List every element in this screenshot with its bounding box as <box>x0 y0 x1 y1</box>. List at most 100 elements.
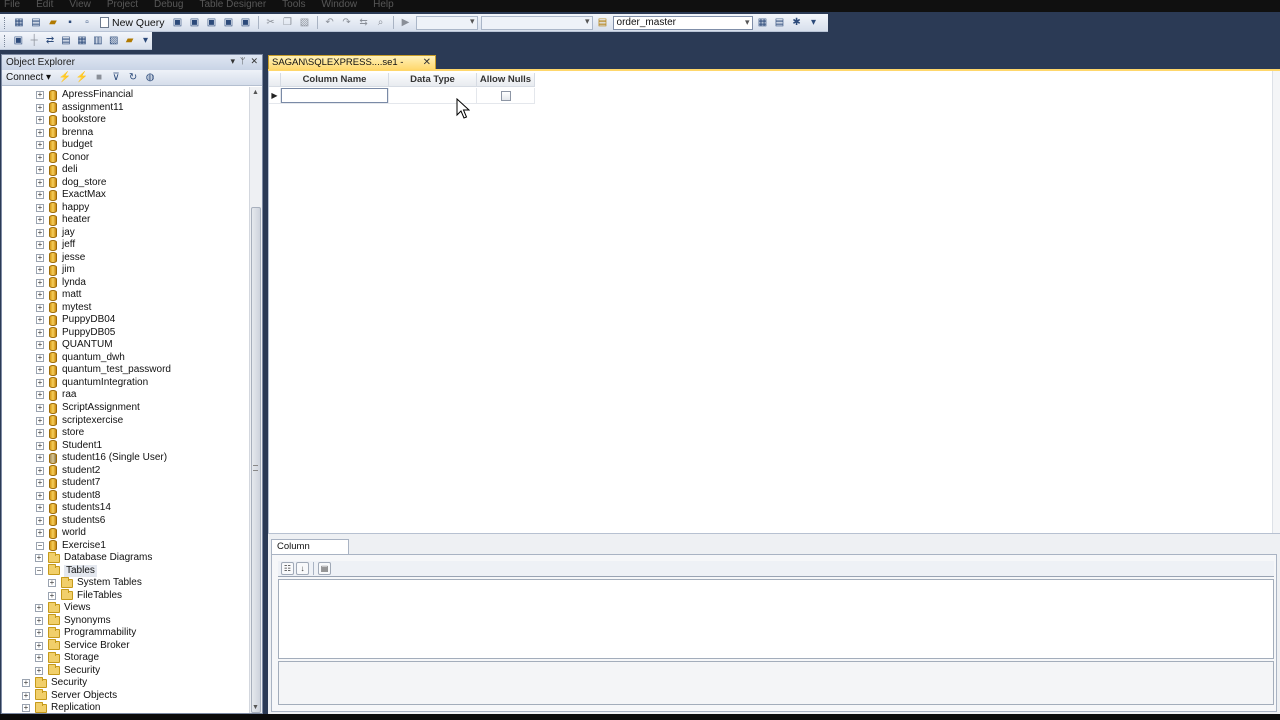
scroll-up-icon[interactable]: ▲ <box>252 89 259 96</box>
tree-node[interactable]: + budget <box>36 139 93 151</box>
expand-icon[interactable]: + <box>35 554 43 563</box>
fulltext-index-icon[interactable]: ▦ <box>75 34 88 48</box>
column-name-input[interactable] <box>281 88 388 103</box>
expand-icon[interactable]: + <box>36 253 44 262</box>
tree-node[interactable]: + Programmability <box>35 626 136 639</box>
tree-node[interactable]: + students6 <box>36 515 105 527</box>
column-name-cell[interactable] <box>281 88 389 104</box>
column-properties-grid[interactable] <box>278 579 1274 659</box>
solution-explorer-icon[interactable]: ▦ <box>756 16 770 30</box>
expand-icon[interactable]: + <box>36 341 44 350</box>
generate-script-icon[interactable]: ▰ <box>123 34 136 48</box>
tree-node[interactable]: + ScriptAssignment <box>36 402 140 414</box>
tree-node[interactable]: + Server Objects <box>22 689 117 702</box>
expand-icon[interactable]: + <box>36 378 44 387</box>
stop-icon[interactable]: ■ <box>92 71 106 85</box>
object-explorer-scrollbar[interactable]: ▲ ▼ <box>249 87 262 713</box>
toolbar-options-icon[interactable]: ▾ <box>807 16 821 30</box>
expand-icon[interactable]: + <box>36 529 44 538</box>
close-tab-icon[interactable]: ✕ <box>423 56 431 69</box>
expand-icon[interactable]: + <box>36 429 44 438</box>
expand-icon[interactable]: + <box>36 353 44 362</box>
tree-node[interactable]: + Storage <box>35 651 99 664</box>
tree-node[interactable]: − Exercise1 <box>36 540 106 552</box>
analysis-query-icon[interactable]: ▣ <box>188 16 202 30</box>
paste-icon[interactable]: ▧ <box>298 16 312 30</box>
dmx-query-icon[interactable]: ▣ <box>222 16 236 30</box>
add-item-icon[interactable]: ▤ <box>29 16 43 30</box>
tree-node[interactable]: + happy <box>36 202 89 214</box>
tree-node[interactable]: + student8 <box>36 490 100 502</box>
tree-node[interactable]: + student2 <box>36 465 100 477</box>
tree-node[interactable]: + jeff <box>36 239 75 251</box>
toolbar-options-icon[interactable]: ▾ <box>139 34 152 48</box>
menu-item[interactable]: File <box>4 0 20 10</box>
expand-icon[interactable]: + <box>36 278 44 287</box>
tree-node[interactable]: − Tables <box>35 564 97 577</box>
expand-icon[interactable]: + <box>36 391 44 400</box>
expand-icon[interactable]: + <box>36 128 44 137</box>
find-combo[interactable] <box>480 15 593 30</box>
scrollbar-thumb[interactable] <box>251 207 261 713</box>
tree-node[interactable]: + Database Diagrams <box>35 551 152 564</box>
tree-node[interactable]: + deli <box>36 164 78 176</box>
expand-icon[interactable]: + <box>36 141 44 150</box>
expand-icon[interactable]: + <box>36 191 44 200</box>
tree-node[interactable]: + System Tables <box>48 576 142 589</box>
tree-node[interactable]: + Security <box>22 676 87 689</box>
expand-icon[interactable]: + <box>36 441 44 450</box>
open-file-icon[interactable]: ▰ <box>46 16 60 30</box>
refresh-icon[interactable]: ↻ <box>126 71 140 85</box>
expand-icon[interactable]: + <box>36 266 44 275</box>
database-combo[interactable]: order_master <box>612 15 753 30</box>
tree-node[interactable]: + ApressFinancial <box>36 89 133 101</box>
expand-icon[interactable]: + <box>36 178 44 187</box>
collapse-icon[interactable]: − <box>35 566 43 575</box>
tree-node[interactable]: + jesse <box>36 252 85 264</box>
tree-node[interactable]: + student16 (Single User) <box>36 452 167 464</box>
tools-icon[interactable]: ✱ <box>790 16 804 30</box>
column-name-header[interactable]: Column Name <box>281 73 389 87</box>
expand-icon[interactable]: + <box>36 504 44 513</box>
tree-node[interactable]: + students14 <box>36 502 111 514</box>
menu-item[interactable]: Window <box>322 0 358 10</box>
toolbar-grip[interactable] <box>4 16 7 29</box>
connect-button[interactable]: Connect ▾ <box>6 72 51 83</box>
tree-node[interactable]: + brenna <box>36 127 93 139</box>
navigate-icon[interactable]: ⇆ <box>357 16 371 30</box>
expand-icon[interactable]: + <box>36 116 44 125</box>
tree-node[interactable]: + bookstore <box>36 114 106 126</box>
expand-icon[interactable]: + <box>48 579 56 588</box>
tree-node[interactable]: + raa <box>36 389 76 401</box>
tree-node[interactable]: + store <box>36 427 84 439</box>
connect-object-icon[interactable]: ⚡ <box>58 71 72 85</box>
expand-icon[interactable]: + <box>36 366 44 375</box>
expand-icon[interactable]: + <box>35 629 43 638</box>
tree-node[interactable]: + quantum_test_password <box>36 364 171 376</box>
menu-item[interactable]: Table Designer <box>199 0 266 10</box>
tab-column-properties[interactable]: Column Properties <box>271 539 349 565</box>
redo-icon[interactable]: ↷ <box>340 16 354 30</box>
expand-icon[interactable]: + <box>36 291 44 300</box>
expand-icon[interactable]: + <box>36 466 44 475</box>
expand-icon[interactable]: + <box>48 591 56 600</box>
auto-hide-pin-icon[interactable]: ᛘ <box>240 56 245 67</box>
tree-node[interactable]: + dog_store <box>36 177 106 189</box>
tree-node[interactable]: + heater <box>36 214 90 226</box>
new-project-icon[interactable]: ▦ <box>12 16 26 30</box>
expand-icon[interactable]: + <box>36 153 44 162</box>
tree-node[interactable]: + matt <box>36 289 81 301</box>
tab-table-designer[interactable]: SAGAN\SQLEXPRESS....se1 - dbo.Table_1 ✕ <box>268 55 436 81</box>
tree-node[interactable]: + quantumIntegration <box>36 377 148 389</box>
tree-node[interactable]: + scriptexercise <box>36 415 123 427</box>
properties-window-icon[interactable]: ▤ <box>773 16 787 30</box>
property-pages-icon[interactable]: ▤ <box>318 562 331 575</box>
window-position-icon[interactable]: ▾ <box>231 56 236 67</box>
expand-icon[interactable]: + <box>22 679 30 688</box>
expand-icon[interactable]: + <box>36 228 44 237</box>
expand-icon[interactable]: + <box>36 454 44 463</box>
manage-indexes-icon[interactable]: ▤ <box>60 34 73 48</box>
tree-node[interactable]: + Security <box>35 664 100 677</box>
expand-icon[interactable]: + <box>36 516 44 525</box>
tree-node[interactable]: + Synonyms <box>35 614 111 627</box>
